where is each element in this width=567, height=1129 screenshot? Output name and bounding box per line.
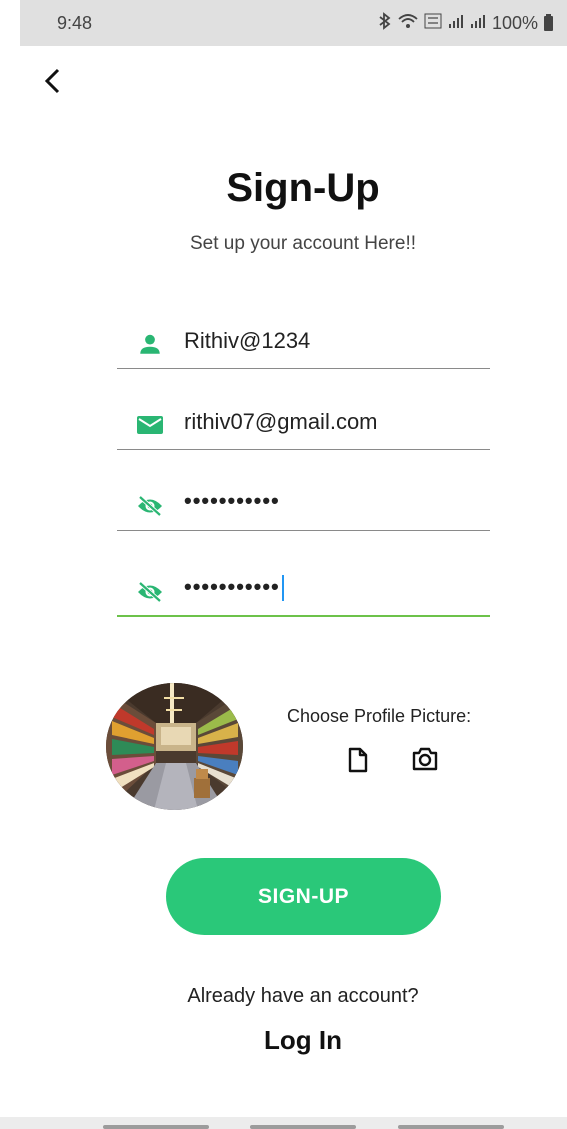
text-cursor	[281, 575, 284, 602]
confirm-password-value: •••••••••••	[184, 574, 280, 599]
signal-icon	[470, 13, 486, 34]
confirm-password-field[interactable]: •••••••••••	[117, 571, 490, 617]
signup-button[interactable]: SIGN-UP	[166, 858, 441, 935]
battery-percent: 100%	[491, 13, 538, 33]
visibility-off-icon[interactable]	[135, 491, 165, 521]
choose-profile-picture-label: Choose Profile Picture:	[287, 706, 472, 726]
status-bar: 9:48 100%	[20, 0, 567, 46]
avatar-image	[106, 683, 243, 810]
status-icons: 100%	[378, 12, 553, 35]
nav-back-button[interactable]	[398, 1125, 504, 1129]
email-field[interactable]: rithiv07@gmail.com	[117, 404, 490, 450]
password-value: •••••••••••	[184, 488, 280, 513]
nav-recents-button[interactable]	[103, 1125, 209, 1129]
username-field[interactable]: Rithiv@1234	[117, 323, 490, 369]
bluetooth-icon	[378, 12, 392, 35]
mail-icon	[135, 410, 165, 440]
signal-icon	[448, 13, 464, 34]
wifi-icon	[398, 13, 418, 34]
visibility-off-icon[interactable]	[135, 577, 165, 607]
back-button[interactable]	[38, 64, 66, 98]
file-icon[interactable]	[344, 746, 372, 774]
battery-icon	[544, 14, 553, 31]
chevron-left-icon	[44, 68, 60, 94]
page-title: Sign-Up	[226, 166, 380, 210]
login-link[interactable]: Log In	[0, 1025, 567, 1056]
navigation-bar	[0, 1117, 567, 1129]
profile-avatar[interactable]	[106, 683, 243, 810]
signup-screen: 9:48 100% Sign-Up Set up your account He…	[0, 0, 567, 1129]
confirm-password-value-wrap: •••••••••••	[184, 574, 284, 602]
already-have-account-text: Already have an account?	[187, 985, 419, 1007]
camera-icon[interactable]	[411, 745, 439, 773]
page-subtitle: Set up your account Here!!	[189, 233, 416, 254]
username-value: Rithiv@1234	[184, 328, 311, 353]
nav-home-button[interactable]	[250, 1125, 356, 1129]
person-icon	[135, 329, 165, 359]
volte-icon	[424, 13, 442, 34]
password-field[interactable]: •••••••••••	[117, 485, 490, 531]
status-time: 9:48	[57, 13, 93, 33]
email-value: rithiv07@gmail.com	[184, 409, 378, 434]
